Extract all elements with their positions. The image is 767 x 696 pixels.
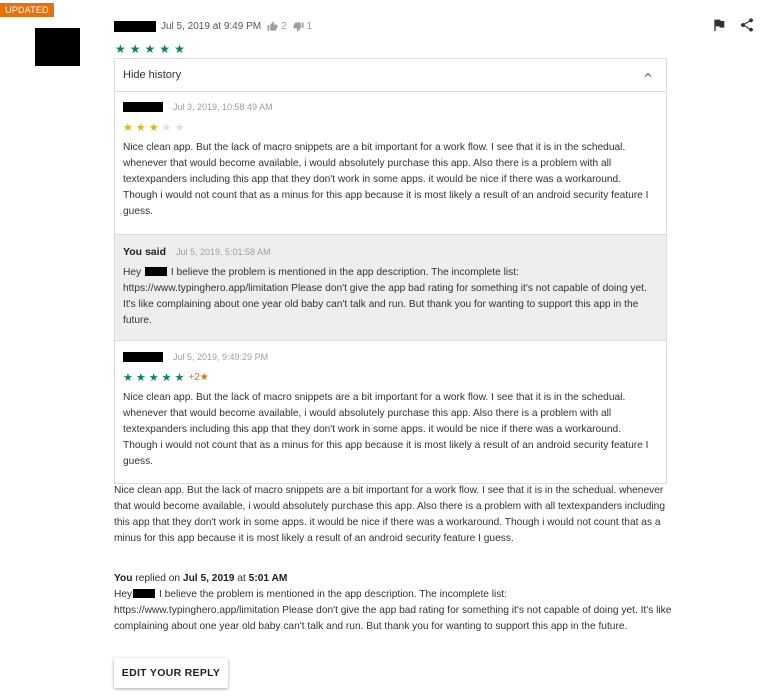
review-rating-stars: ★ ★ ★ ★ ★ [115, 43, 185, 55]
reply-time: 5:01 AM [248, 573, 288, 584]
star-icon: ★ [174, 372, 185, 384]
reply-header: You replied on Jul 5, 2019 at 5:01 AM [114, 571, 674, 587]
star-icon: ★ [159, 42, 171, 56]
thumbs-up-count: 2 [281, 20, 287, 32]
review-history-panel: Hide history Jul 3, 2019, 10:58:49 AM ★ … [114, 58, 667, 484]
star-icon: ★ [135, 122, 146, 134]
reviewer-name-redacted [123, 352, 163, 362]
review-header: Jul 5, 2019 at 9:49 PM 2 1 [114, 19, 312, 33]
edit-reply-button[interactable]: EDIT YOUR REPLY [114, 658, 228, 688]
reviewer-name-redacted [114, 20, 156, 32]
thumbs-down-button[interactable]: 1 [293, 20, 313, 32]
chevron-up-icon [644, 72, 652, 77]
star-icon: ★ [174, 122, 185, 134]
history-entry-timestamp: Jul 3, 2019, 10:58:49 AM [173, 102, 273, 112]
history-entry-stars: ★ ★ ★ ★ ★ +2★ [123, 372, 658, 384]
reply-body: I believe the problem is mentioned in th… [123, 267, 647, 326]
thumbs-up-button[interactable]: 2 [267, 21, 287, 32]
reply-date: Jul 5, 2019 [182, 573, 235, 584]
you-said-label: You said [123, 246, 166, 258]
reply-text: Hey I believe the problem is mentioned i… [114, 587, 674, 635]
reply-greeting: Hey [123, 267, 142, 278]
avatar [35, 28, 80, 66]
history-entry-stars: ★ ★ ★ ★ ★ [123, 122, 658, 134]
star-icon: ★ [135, 372, 146, 384]
updated-badge: UPDATED [0, 3, 54, 17]
thumbs-down-count: 1 [306, 20, 313, 32]
history-entry: Jul 5, 2019, 9:49:29 PM ★ ★ ★ ★ ★ +2★ Ni… [115, 341, 666, 482]
thumbs-down-icon [293, 21, 304, 32]
rating-change-badge: +2★ [188, 372, 209, 383]
flag-button[interactable] [711, 17, 727, 33]
star-icon: ★ [123, 372, 133, 384]
reviewer-name-redacted [123, 102, 163, 112]
star-icon: ★ [123, 122, 133, 134]
thumbs-up-icon [267, 20, 278, 31]
reply-at: at [237, 573, 246, 584]
flag-icon [714, 19, 725, 31]
review-date: Jul 5, 2019 at 9:49 PM [161, 20, 262, 32]
redacted-name [133, 589, 156, 598]
hide-history-toggle[interactable]: Hide history [115, 59, 666, 92]
reply-author: You [114, 573, 133, 584]
history-entry-timestamp: Jul 5, 2019, 5:01:58 AM [175, 247, 271, 257]
star-icon: ★ [144, 42, 156, 56]
developer-reply: You replied on Jul 5, 2019 at 5:01 AM He… [114, 571, 674, 635]
history-entry-text: Nice clean app. But the lack of macro sn… [123, 142, 649, 217]
star-icon: ★ [161, 122, 172, 134]
history-entry-reply: You said Jul 5, 2019, 5:01:58 AM Hey I b… [115, 235, 666, 341]
history-entry-timestamp: Jul 5, 2019, 9:49:29 PM [173, 352, 269, 362]
star-icon: ★ [148, 372, 159, 384]
reply-body: I believe the problem is mentioned in th… [114, 589, 672, 632]
star-icon: ★ [115, 42, 126, 56]
history-reply-text: Hey I believe the problem is mentioned i… [123, 265, 658, 329]
reply-greeting: Hey [114, 589, 133, 600]
review-actions [711, 17, 755, 33]
share-button[interactable] [739, 17, 755, 33]
star-icon: ★ [174, 42, 185, 56]
history-entry-text: Nice clean app. But the lack of macro sn… [123, 392, 649, 467]
history-entry: Jul 3, 2019, 10:58:49 AM ★ ★ ★ ★ ★ Nice … [115, 92, 666, 235]
redacted-name [144, 267, 167, 276]
star-icon: ★ [148, 122, 159, 134]
reply-replied-on: replied on [135, 573, 181, 584]
star-icon: ★ [129, 42, 141, 56]
hide-history-label: Hide history [123, 69, 182, 81]
current-review-text: Nice clean app. But the lack of macro sn… [114, 485, 666, 544]
star-icon: ★ [161, 372, 172, 384]
share-icon [741, 18, 753, 32]
